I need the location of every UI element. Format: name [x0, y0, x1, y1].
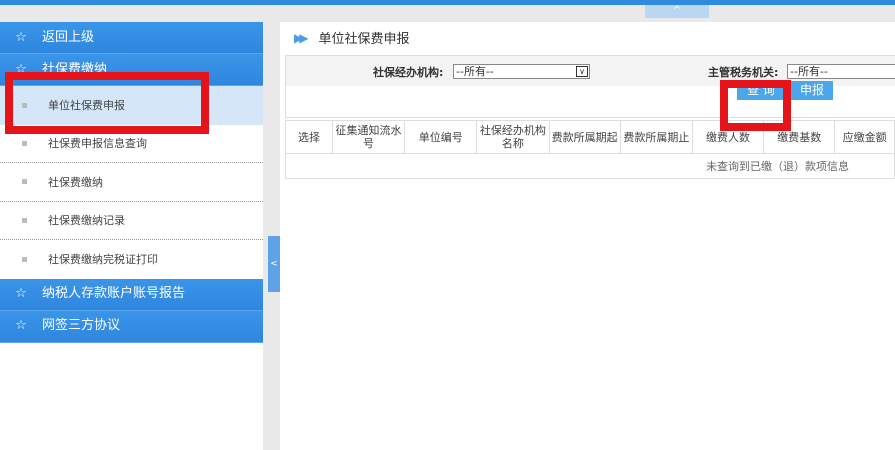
col-serial: 征集通知流水号	[331, 120, 406, 154]
sidebar-item-payment-records[interactable]: 社保费缴纳记录	[0, 202, 263, 240]
highlight-box-query	[720, 80, 791, 131]
col-amount: 应缴金额	[834, 120, 895, 154]
bullet-icon	[22, 140, 27, 146]
declare-button[interactable]: 申报	[791, 81, 833, 100]
top-bar	[0, 0, 895, 5]
star-icon: ☆	[15, 29, 27, 45]
sidebar-item-label: 社保费申报信息查询	[48, 137, 147, 151]
main-panel: ▶▶ 单位社保费申报 社保经办机构: --所有-- ∨ 主管税务机关: --所有--…	[280, 22, 895, 450]
collapse-sidebar-button[interactable]: <	[268, 236, 280, 292]
bullet-icon	[22, 217, 27, 223]
sidebar-item-label: 社保费缴纳记录	[48, 214, 125, 228]
bullet-icon	[22, 256, 27, 262]
col-unit-no: 单位编号	[404, 120, 478, 154]
page-title-text: 单位社保费申报	[318, 32, 410, 47]
sidebar-item-tripartite[interactable]: ☆ 网签三方协议	[0, 310, 263, 343]
collapse-header-button[interactable]: ^	[645, 5, 709, 18]
table-row: 未查询到已缴（退）款项信息	[285, 153, 895, 179]
tax-office-value: --所有--	[790, 65, 828, 78]
col-period-start: 费款所属期起	[548, 120, 621, 154]
sidebar-item-label: 社保费缴纳	[48, 175, 103, 189]
results-table: 选择 征集通知流水号 单位编号 社保经办机构名称 费款所属期起 费款所属期止 缴…	[285, 120, 895, 179]
sidebar-item-label: 社保费缴纳完税证打印	[48, 253, 158, 267]
table-header-row: 选择 征集通知流水号 单位编号 社保经办机构名称 费款所属期起 费款所属期止 缴…	[285, 120, 895, 154]
highlight-box-sidebar	[5, 72, 209, 134]
sidebar-item-receipt-print[interactable]: 社保费缴纳完税证打印	[0, 240, 263, 279]
bullet-icon	[22, 179, 27, 185]
empty-message: 未查询到已缴（退）款项信息	[285, 153, 895, 179]
sidebar-item-label: 纳税人存款账户账号报告	[42, 286, 186, 301]
page-title: ▶▶ 单位社保费申报	[294, 28, 410, 48]
sidebar-item-payment[interactable]: 社保费缴纳	[0, 163, 263, 202]
sidebar-item-label: 网签三方协议	[42, 318, 121, 333]
agency-label: 社保经办机构:	[373, 66, 444, 79]
star-icon: ☆	[15, 318, 27, 333]
col-period-end: 费款所属期止	[619, 120, 693, 154]
agency-select[interactable]: --所有-- ∨	[453, 64, 590, 79]
col-select: 选择	[285, 120, 333, 154]
sidebar-item-label: 返回上级	[42, 29, 95, 45]
double-arrow-icon: ▶▶	[294, 30, 309, 45]
tax-office-label: 主管税务机关:	[708, 66, 779, 79]
star-icon: ☆	[15, 286, 27, 301]
sidebar-item-account-report[interactable]: ☆ 纳税人存款账户账号报告	[0, 278, 263, 311]
col-agency: 社保经办机构名称	[476, 120, 550, 154]
tax-office-select[interactable]: --所有--	[787, 64, 895, 79]
chevron-down-icon: ∨	[576, 66, 588, 77]
sidebar-item-back[interactable]: ☆ 返回上级	[0, 22, 263, 54]
agency-value: --所有--	[456, 65, 494, 78]
